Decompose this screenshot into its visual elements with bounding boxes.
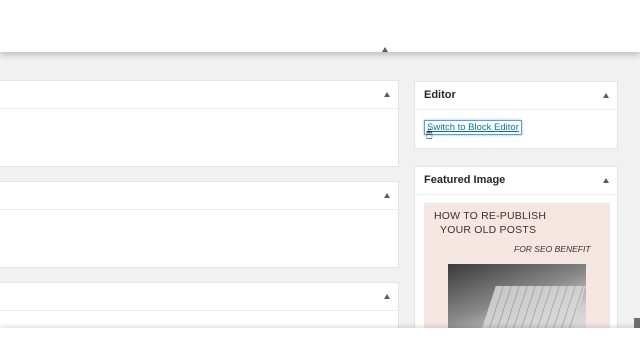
panel-toggle-icon[interactable] [384,192,390,198]
metabox-panel-2 [0,181,399,268]
mouse-pointer-icon: 🖰 [426,128,433,140]
featured-image-thumbnail[interactable]: HOW TO RE-PUBLISH YOUR OLD POSTS FOR SEO… [424,203,610,343]
metabox-header-1 [0,81,398,109]
image-text-line1: HOW TO RE-PUBLISH [434,210,547,222]
featured-image-panel-title: Featured Image [424,174,506,186]
scrollbar-thumb[interactable] [634,318,640,328]
image-text-line2: YOUR OLD POSTS [440,224,537,236]
modal-overlay-top [0,0,640,52]
metabox-header-2 [0,182,398,210]
metabox-panel-1 [0,80,399,167]
editor-panel-title: Editor [424,89,456,101]
panel-toggle-icon[interactable] [603,177,609,183]
editor-panel-header[interactable]: Editor [415,82,617,110]
metabox-header-3 [0,283,398,311]
panel-toggle-icon[interactable] [603,92,609,98]
image-text-line3: FOR SEO BENEFIT [514,244,591,254]
panel-toggle-icon[interactable] [384,91,390,97]
switch-to-block-editor-link[interactable]: Switch to Block Editor [424,120,522,135]
panel-toggle-icon[interactable] [384,293,390,299]
featured-image-panel-header[interactable]: Featured Image [415,167,617,195]
laptop-keyboard [480,286,586,334]
panel-toggle-icon[interactable] [382,47,388,52]
bottom-overlay [0,328,640,360]
featured-image-panel: Featured Image HOW TO RE-PUBLISH YOUR OL… [414,166,618,346]
editor-panel: Editor Switch to Block Editor 🖰 [414,81,618,149]
